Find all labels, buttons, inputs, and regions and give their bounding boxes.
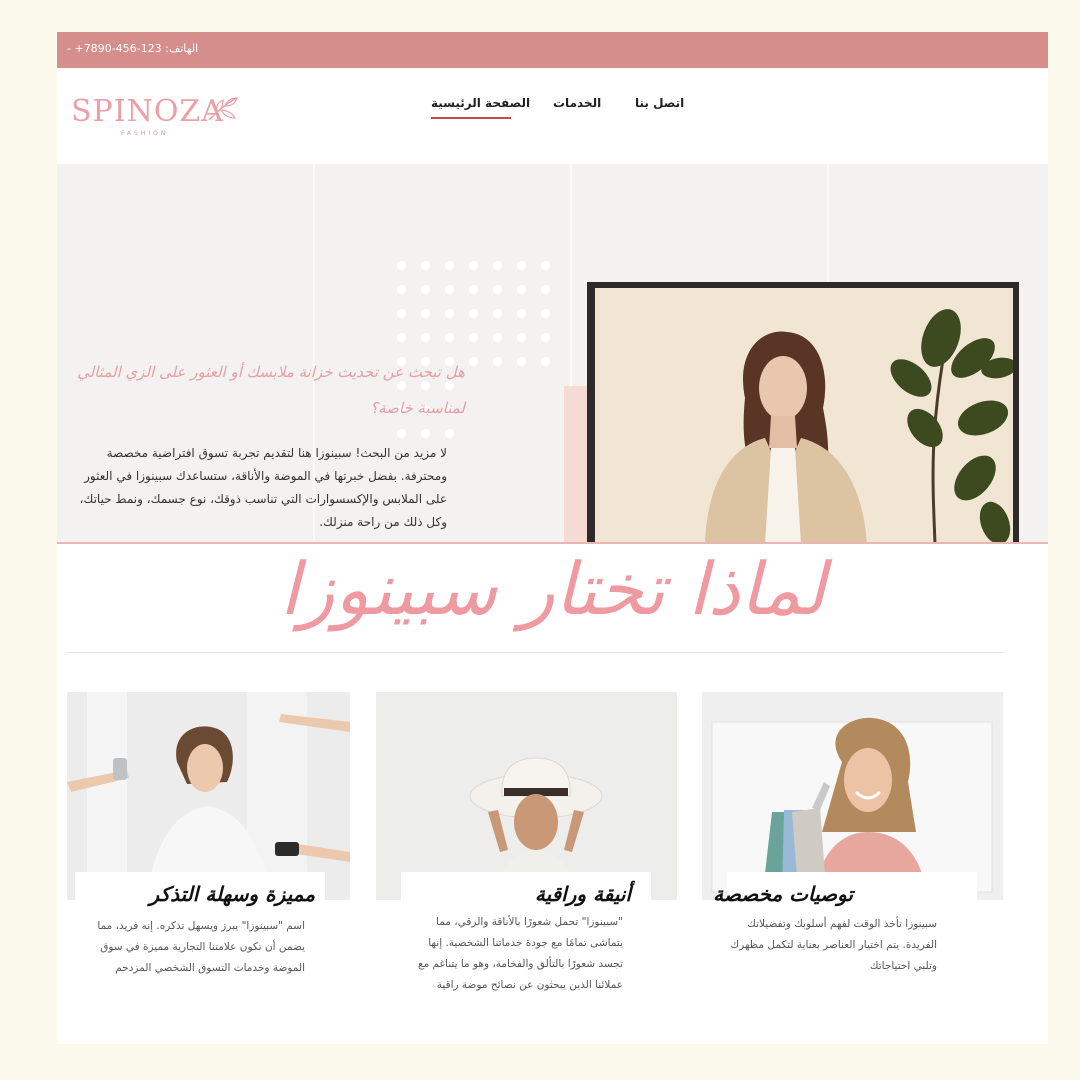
- decorative-dot: [517, 357, 526, 366]
- decorative-dot: [421, 309, 430, 318]
- decorative-dot: [493, 261, 502, 270]
- decorative-dot: [517, 309, 526, 318]
- card-photo: [67, 692, 368, 900]
- decorative-dot: [541, 309, 550, 318]
- decorative-dot: [469, 285, 478, 294]
- decorative-dot: [445, 285, 454, 294]
- nav-contact[interactable]: اتصل بنا: [635, 96, 684, 110]
- why-heading: لماذا تختار سبينوزا: [279, 547, 826, 631]
- decorative-dot: [397, 309, 406, 318]
- decorative-dot: [421, 285, 430, 294]
- hero-section: هل تبحث عن تحديث خزانة ملابسك أو العثور …: [57, 164, 1048, 544]
- card-photo: [702, 692, 1003, 900]
- decorative-dot: [493, 309, 502, 318]
- card-illustration: [702, 692, 1003, 900]
- heading-rule: [67, 652, 1003, 653]
- decorative-dot: [517, 333, 526, 342]
- decorative-dot: [397, 429, 406, 438]
- decorative-dot: [445, 333, 454, 342]
- decorative-dot: [469, 357, 478, 366]
- decorative-dot: [469, 261, 478, 270]
- decorative-dot: [445, 261, 454, 270]
- card-content: مميزة وسهلة التذكر اسم "سبينوزا" يبرز وي…: [75, 872, 325, 1032]
- hero-headline: هل تبحث عن تحديث خزانة ملابسك أو العثور …: [77, 363, 465, 417]
- card-body: "سبينوزا" تحمل شعورًا بالأناقة والرقي، م…: [418, 916, 623, 991]
- main-nav: الصفحة الرئيسية الخدمات اتصل بنا: [57, 96, 1048, 120]
- card-illustration: [376, 692, 677, 900]
- card-photo: [376, 692, 677, 900]
- decorative-dot: [541, 333, 550, 342]
- card-content: توصيات مخصصة سبينوزا تأخذ الوقت لفهم أسل…: [713, 872, 977, 1002]
- card-body: اسم "سبينوزا" يبرز ويسهل تذكره. إنه فريد…: [97, 920, 305, 974]
- top-bar: الهاتف: 123-456-7890+ -: [57, 32, 1048, 68]
- hero-photo: [595, 288, 1013, 544]
- decorative-dot: [469, 333, 478, 342]
- decorative-dot: [541, 261, 550, 270]
- decorative-dot: [421, 429, 430, 438]
- decorative-dot: [541, 357, 550, 366]
- hero-description: لا مزيد من البحث! سبينوزا هنا لتقديم تجر…: [79, 446, 447, 529]
- decorative-dot: [421, 261, 430, 270]
- page: الهاتف: 123-456-7890+ - SPINOZA FASHION …: [57, 32, 1048, 1044]
- site-header: SPINOZA FASHION الصفحة الرئيسية الخدمات …: [57, 68, 1048, 164]
- why-section: لماذا تختار سبينوزا: [57, 544, 1048, 654]
- decorative-dot: [397, 285, 406, 294]
- decorative-dot: [493, 357, 502, 366]
- card-title: توصيات مخصصة: [713, 882, 853, 906]
- decorative-dot: [517, 285, 526, 294]
- decorative-dot: [517, 261, 526, 270]
- nav-active-underline: [431, 117, 511, 119]
- decorative-dot: [541, 285, 550, 294]
- decorative-dot: [421, 333, 430, 342]
- decorative-dot: [469, 309, 478, 318]
- hero-illustration: [595, 288, 1013, 544]
- card-title: أنيقة وراقية: [534, 882, 631, 906]
- logo-subtitle: FASHION: [121, 130, 169, 137]
- decorative-dot: [397, 261, 406, 270]
- card-illustration: [67, 692, 350, 900]
- decorative-dot: [397, 333, 406, 342]
- phone-number[interactable]: الهاتف: 123-456-7890+ -: [67, 42, 198, 55]
- nav-services[interactable]: الخدمات: [553, 96, 601, 110]
- card-body: سبينوزا تأخذ الوقت لفهم أسلوبك وتفضيلاتك…: [730, 918, 938, 972]
- decorative-dot: [493, 333, 502, 342]
- decorative-dot: [445, 309, 454, 318]
- decorative-dot: [445, 429, 454, 438]
- decorative-dot: [493, 285, 502, 294]
- card-title: مميزة وسهلة التذكر: [149, 882, 315, 906]
- nav-home[interactable]: الصفحة الرئيسية: [431, 96, 530, 110]
